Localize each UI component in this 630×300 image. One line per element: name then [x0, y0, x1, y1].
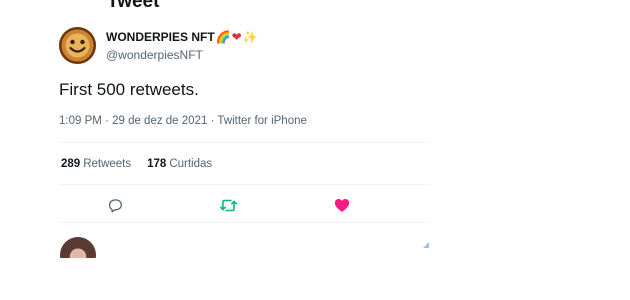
- tweet-meta: 1:09 PM · 29 de dez de 2021 · Twitter fo…: [59, 115, 307, 127]
- tweet-actions: [59, 193, 430, 217]
- rainbow-icon: 🌈: [215, 30, 231, 44]
- tweet-source[interactable]: Twitter for iPhone: [217, 115, 306, 127]
- sparkles-icon: ✨: [242, 30, 258, 44]
- likes-count: 178: [147, 158, 167, 170]
- reply-icon: [108, 198, 122, 213]
- like-button[interactable]: [332, 195, 352, 215]
- meta-separator: ·: [105, 115, 109, 127]
- author-name-text: WONDERPIES NFT: [106, 30, 215, 44]
- caret-icon: [423, 242, 429, 248]
- tweet-text: First 500 retweets.: [59, 80, 199, 99]
- meta-separator: ·: [210, 115, 215, 127]
- author-display-name[interactable]: WONDERPIES NFT 🌈 ❤ ✨: [106, 30, 258, 44]
- smiley-pie-avatar-icon: [59, 27, 96, 64]
- retweet-button[interactable]: [218, 195, 238, 215]
- tweet-stats: 289 Retweets 178 Curtidas: [61, 158, 212, 170]
- retweets-stat[interactable]: 289 Retweets: [61, 158, 131, 170]
- tweet-date[interactable]: 29 de dez de 2021: [112, 115, 207, 127]
- retweet-icon: [219, 199, 237, 211]
- reply-button[interactable]: [105, 195, 125, 215]
- divider: [59, 222, 430, 223]
- retweets-count: 289: [61, 158, 81, 170]
- page-title: Tweet: [107, 0, 160, 12]
- like-icon: [334, 199, 350, 212]
- author-block: WONDERPIES NFT 🌈 ❤ ✨ @wonderpiesNFT: [106, 30, 258, 62]
- retweets-label: Retweets: [83, 158, 132, 170]
- red-heart-icon: ❤: [231, 30, 242, 44]
- avatar[interactable]: [59, 27, 96, 64]
- tweet-detail: WONDERPIES NFT 🌈 ❤ ✨ @wonderpiesNFT Firs…: [45, 18, 430, 258]
- tweet-time[interactable]: 1:09 PM: [59, 115, 102, 127]
- author-handle[interactable]: @wonderpiesNFT: [106, 48, 258, 62]
- likes-label: Curtidas: [169, 158, 213, 170]
- divider: [59, 184, 430, 185]
- reply-author-avatar[interactable]: [60, 237, 96, 258]
- divider: [59, 142, 430, 143]
- likes-stat[interactable]: 178 Curtidas: [147, 158, 212, 170]
